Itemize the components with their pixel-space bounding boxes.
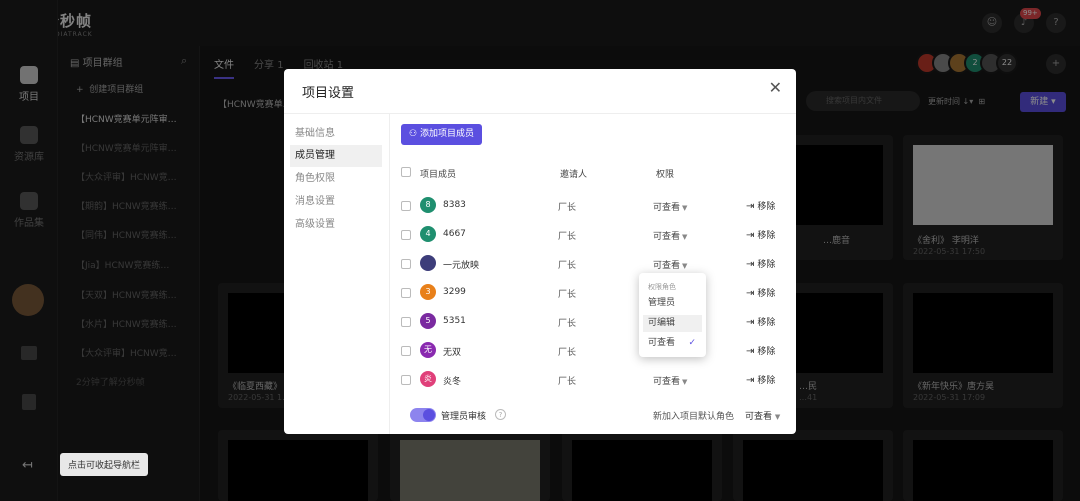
remove-button[interactable]: ⇥ 移除 <box>746 344 775 357</box>
exit-icon: ⇥ <box>746 317 755 328</box>
exit-icon: ⇥ <box>746 346 755 357</box>
modal-title: 项目设置 <box>302 86 355 101</box>
column-permission: 权限 <box>656 170 675 180</box>
nav-basic-info[interactable]: 基础信息 <box>290 123 382 145</box>
admin-review-toggle[interactable] <box>410 408 436 422</box>
row-checkbox[interactable] <box>401 201 411 211</box>
inviter: 厂长 <box>558 203 577 213</box>
member-name: 3299 <box>443 287 466 297</box>
row-checkbox[interactable] <box>401 317 411 327</box>
column-member: 项目成员 <box>420 170 457 180</box>
remove-button[interactable]: ⇥ 移除 <box>746 373 775 386</box>
row-checkbox[interactable] <box>401 288 411 298</box>
option-viewer[interactable]: 可查看 ✓ <box>643 335 702 352</box>
row-checkbox[interactable] <box>401 375 411 385</box>
add-member-button[interactable]: ⚇ 添加项目成员 <box>401 124 482 145</box>
exit-icon: ⇥ <box>746 375 755 386</box>
row-checkbox[interactable] <box>401 230 411 240</box>
remove-button[interactable]: ⇥ 移除 <box>746 228 775 241</box>
default-role-label: 新加入项目默认角色 <box>653 412 735 422</box>
permission-select[interactable]: 可查看 ▼ <box>653 229 687 242</box>
column-inviter: 邀请人 <box>560 170 588 180</box>
dropdown-header: 权限角色 <box>648 283 676 291</box>
option-admin[interactable]: 管理员 <box>643 295 702 312</box>
avatar: 5 <box>420 313 436 329</box>
remove-button[interactable]: ⇥ 移除 <box>746 257 775 270</box>
permission-select[interactable]: 可查看 ▼ <box>653 374 687 387</box>
collapse-nav-icon[interactable]: ↤ <box>22 458 33 473</box>
select-all-checkbox[interactable] <box>401 167 411 177</box>
exit-icon: ⇥ <box>746 230 755 241</box>
remove-button[interactable]: ⇥ 移除 <box>746 315 775 328</box>
inviter: 厂长 <box>558 290 577 300</box>
table-row: 4 4667 厂长 可查看 ▼ ⇥ 移除 <box>284 220 796 249</box>
help-icon[interactable]: ? <box>495 409 506 420</box>
table-row: 无 无双 厂长 ⇥ 移除 <box>284 336 796 365</box>
caret-down-icon: ▼ <box>682 378 688 386</box>
remove-button[interactable]: ⇥ 移除 <box>746 199 775 212</box>
avatar: 4 <box>420 226 436 242</box>
caret-down-icon: ▼ <box>774 413 781 421</box>
row-checkbox[interactable] <box>401 346 411 356</box>
user-plus-icon: ⚇ <box>409 129 418 139</box>
avatar <box>420 255 436 271</box>
caret-down-icon: ▼ <box>682 262 688 270</box>
table-row: 5 5351 厂长 ⇥ 移除 <box>284 307 796 336</box>
permission-select[interactable]: 可查看 ▼ <box>653 258 687 271</box>
permission-dropdown: 权限角色 管理员 可编辑 可查看 ✓ <box>639 273 706 357</box>
member-name: 无双 <box>443 348 462 358</box>
member-name: 8383 <box>443 200 466 210</box>
inviter: 厂长 <box>558 348 577 358</box>
table-row: 炎 炎冬 厂长 可查看 ▼ ⇥ 移除 <box>284 365 796 394</box>
inviter: 厂长 <box>558 319 577 329</box>
member-name: 炎冬 <box>443 377 462 387</box>
nav-role-permissions[interactable]: 角色权限 <box>290 168 382 190</box>
row-checkbox[interactable] <box>401 259 411 269</box>
project-settings-modal: 项目设置 ✕ 基础信息 成员管理 角色权限 消息设置 高级设置 ⚇ 添加项目成员… <box>284 69 796 434</box>
collapse-tooltip: 点击可收起导航栏 <box>60 453 149 476</box>
avatar: 炎 <box>420 371 436 387</box>
check-icon: ✓ <box>688 338 696 348</box>
remove-button[interactable]: ⇥ 移除 <box>746 286 775 299</box>
exit-icon: ⇥ <box>746 201 755 212</box>
avatar: 无 <box>420 342 436 358</box>
caret-down-icon: ▼ <box>682 204 688 212</box>
exit-icon: ⇥ <box>746 259 755 270</box>
table-row: 8 8383 厂长 可查看 ▼ ⇥ 移除 <box>284 191 796 220</box>
member-name: 一元放映 <box>443 261 480 271</box>
table-row: 3 3299 厂长 ⇥ 移除 <box>284 278 796 307</box>
member-name: 4667 <box>443 229 466 239</box>
admin-review-label: 管理员审核 <box>441 412 487 422</box>
table-row: 一元放映 厂长 可查看 ▼ ⇥ 移除 <box>284 249 796 278</box>
inviter: 厂长 <box>558 261 577 271</box>
member-name: 5351 <box>443 316 466 326</box>
close-icon[interactable]: ✕ <box>769 78 782 97</box>
inviter: 厂长 <box>558 377 577 387</box>
avatar: 8 <box>420 197 436 213</box>
default-role-select[interactable]: 可查看 ▼ <box>745 409 780 422</box>
option-editor[interactable]: 可编辑 <box>643 315 702 332</box>
nav-member-management[interactable]: 成员管理 <box>290 145 382 167</box>
avatar: 3 <box>420 284 436 300</box>
caret-down-icon: ▼ <box>682 233 688 241</box>
inviter: 厂长 <box>558 232 577 242</box>
permission-select[interactable]: 可查看 ▼ <box>653 200 687 213</box>
exit-icon: ⇥ <box>746 288 755 299</box>
toggle-knob <box>423 409 435 421</box>
